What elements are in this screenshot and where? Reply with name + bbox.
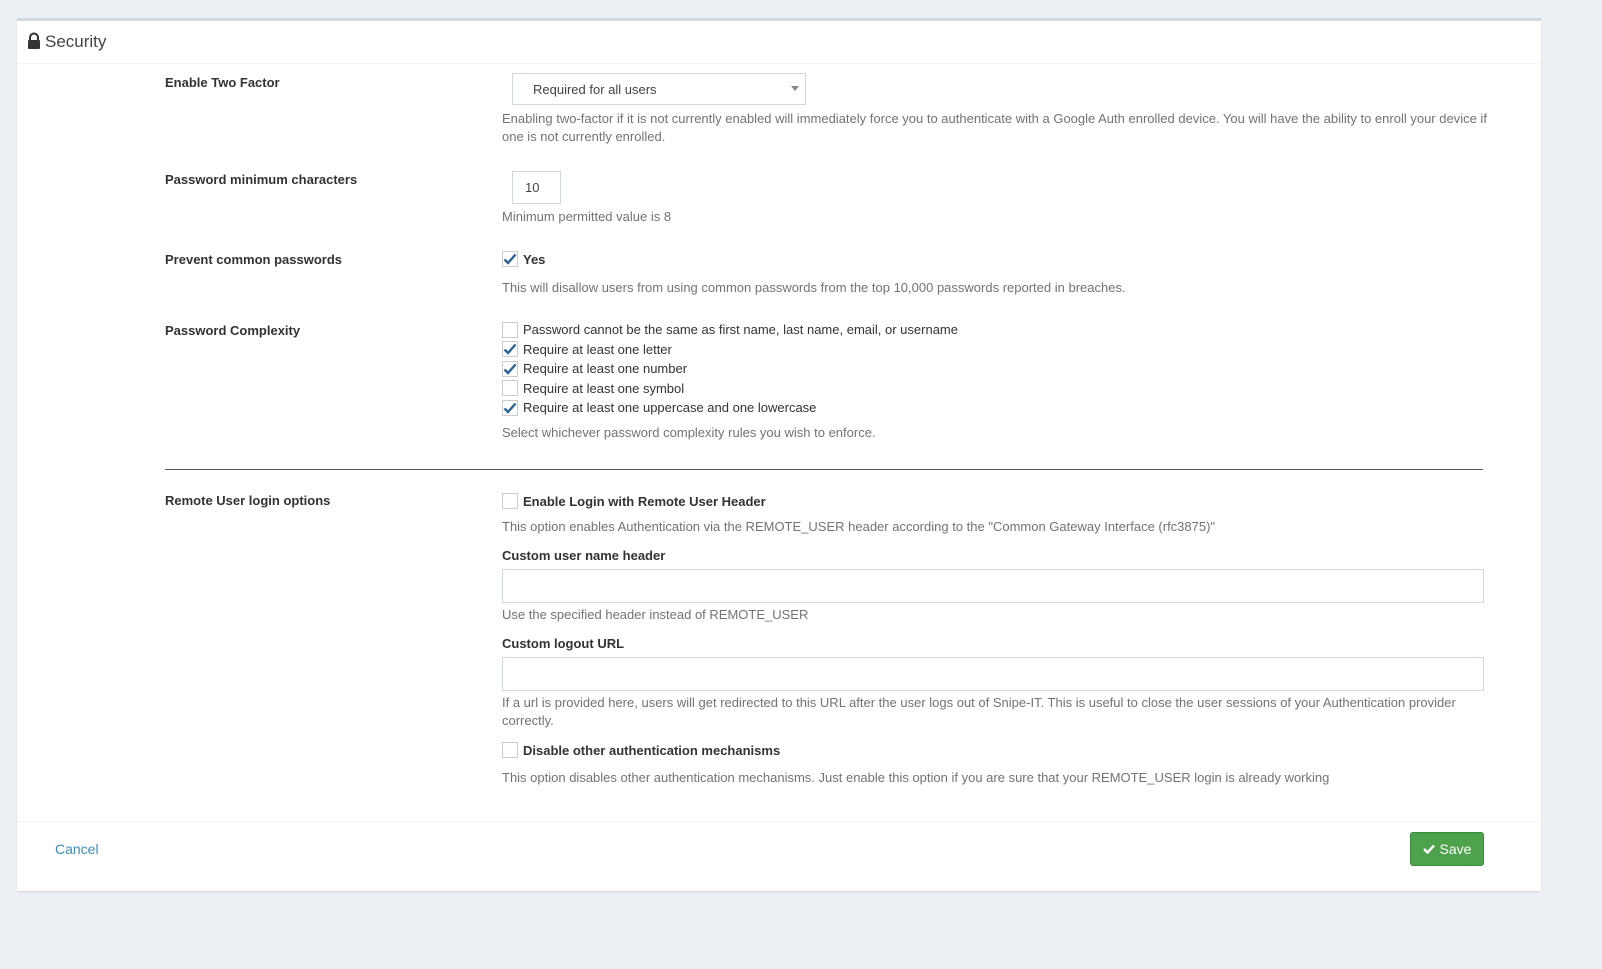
disable-other-auth-checkbox[interactable] <box>502 742 518 758</box>
pw-min-label: Password minimum characters <box>165 172 358 187</box>
complexity-rule-label: Require at least one symbol <box>523 380 685 396</box>
checkmark-icon <box>503 253 517 265</box>
complexity-rule-label: Require at least one uppercase and one l… <box>523 400 817 416</box>
two-factor-label: Enable Two Factor <box>165 75 280 90</box>
remote-user-enable-label: Enable Login with Remote User Header <box>523 493 766 509</box>
disable-other-auth-label: Disable other authentication mechanisms <box>523 742 781 758</box>
custom-header-label: Custom user name header <box>502 548 666 563</box>
complexity-rule-number: Require at least one number <box>502 359 958 379</box>
remote-user-enable-row: Enable Login with Remote User Header <box>502 491 766 511</box>
save-button[interactable]: Save <box>1410 832 1484 866</box>
remote-user-enable-help: This option enables Authentication via t… <box>502 519 1216 534</box>
checkmark-icon <box>503 402 517 414</box>
remote-user-label: Remote User login options <box>165 493 331 508</box>
complexity-checkbox-case[interactable] <box>502 399 518 416</box>
pw-min-input[interactable]: 10 <box>512 171 561 204</box>
lock-icon <box>27 32 41 50</box>
prevent-common-label: Prevent common passwords <box>165 252 342 267</box>
pw-min-help: Minimum permitted value is 8 <box>502 209 672 224</box>
prevent-common-help: This will disallow users from using comm… <box>502 280 1126 295</box>
save-button-label: Save <box>1439 841 1472 857</box>
custom-header-input[interactable] <box>502 569 1484 603</box>
checkmark-icon <box>503 363 517 375</box>
complexity-checkbox-letter[interactable] <box>502 341 518 358</box>
complexity-rule-letter: Require at least one letter <box>502 340 958 360</box>
complexity-rule-same-as-name: Password cannot be the same as first nam… <box>502 320 958 340</box>
custom-logout-help: If a url is provided here, users will ge… <box>502 695 1456 728</box>
two-factor-help: Enabling two-factor if it is not current… <box>502 111 1487 144</box>
checkmark-icon <box>503 343 517 356</box>
pw-min-value: 10 <box>525 180 540 195</box>
security-panel: Security Enable Two Factor Required for … <box>17 18 1541 891</box>
panel-header: Security <box>17 21 1541 64</box>
prevent-common-checkbox-label: Yes <box>523 251 546 267</box>
two-factor-selected-value: Required for all users <box>533 81 657 97</box>
complexity-checkbox-number[interactable] <box>502 360 518 377</box>
disable-other-auth-row: Disable other authentication mechanisms <box>502 740 780 760</box>
prevent-common-row: Yes <box>502 249 545 269</box>
panel-title: Security <box>45 32 107 51</box>
section-divider <box>165 469 1483 470</box>
complexity-rule-label: Require at least one letter <box>523 341 672 357</box>
complexity-rule-symbol: Require at least one symbol <box>502 379 958 399</box>
check-icon <box>1422 844 1435 854</box>
complexity-rule-case: Require at least one uppercase and one l… <box>502 398 958 418</box>
remote-user-enable-checkbox[interactable] <box>502 493 518 509</box>
complexity-rules: Password cannot be the same as first nam… <box>502 320 958 418</box>
complexity-rule-label: Password cannot be the same as first nam… <box>523 322 958 338</box>
complexity-label: Password Complexity <box>165 323 301 338</box>
disable-other-auth-help: This option disables other authenticatio… <box>502 770 1330 785</box>
complexity-checkbox-same-as-name[interactable] <box>502 321 518 338</box>
custom-logout-label: Custom logout URL <box>502 636 625 651</box>
complexity-help: Select whichever password complexity rul… <box>502 425 876 440</box>
complexity-rule-label: Require at least one number <box>523 361 688 377</box>
two-factor-select[interactable]: Required for all users <box>512 73 806 105</box>
cancel-link[interactable]: Cancel <box>55 841 99 857</box>
panel-footer <box>17 821 1541 894</box>
prevent-common-checkbox[interactable] <box>502 251 518 267</box>
custom-logout-input[interactable] <box>502 657 1484 691</box>
custom-header-help: Use the specified header instead of REMO… <box>502 607 809 622</box>
complexity-checkbox-symbol[interactable] <box>502 380 518 397</box>
chevron-down-icon <box>791 86 799 91</box>
